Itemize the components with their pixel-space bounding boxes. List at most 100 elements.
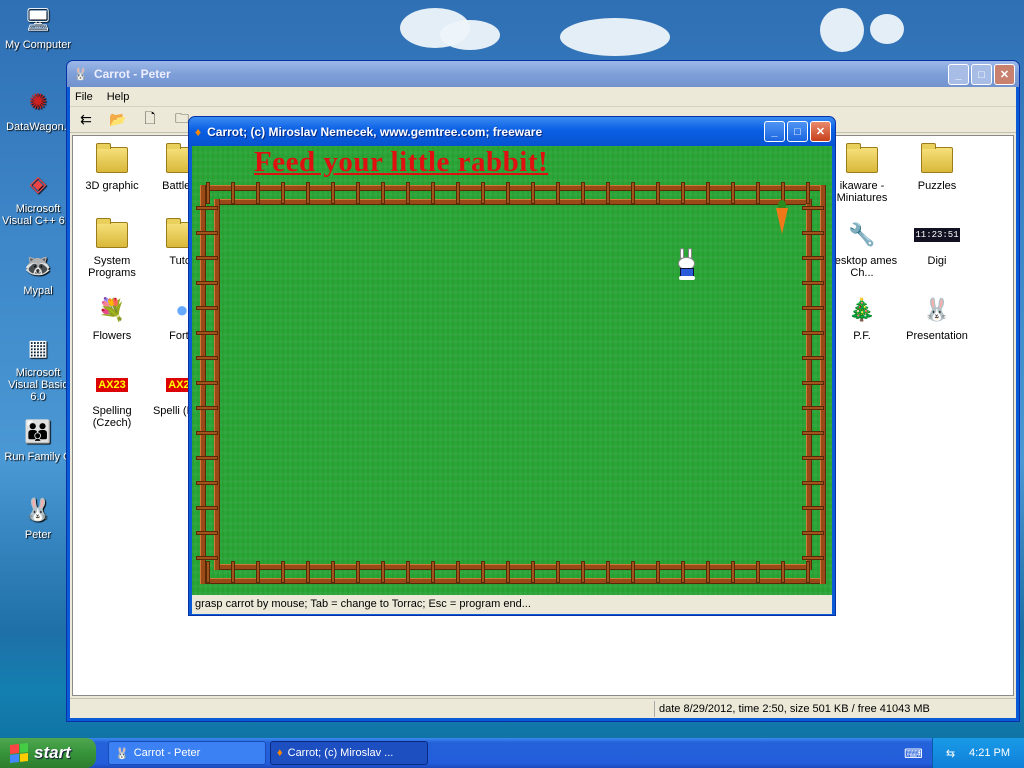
window-title: Carrot; (c) Miroslav Nemecek, www.gemtre… — [207, 124, 543, 139]
carrot-status-bar: grasp carrot by mouse; Tab = change to T… — [192, 595, 832, 614]
fence-post — [581, 561, 585, 583]
new-file-icon[interactable]: 🗋 — [139, 110, 161, 130]
fence-post — [802, 506, 824, 510]
game-field[interactable]: Feed your little rabbit! — [192, 146, 832, 595]
rabbit-icon: 🐰 — [73, 67, 88, 81]
desktop-icon-vb[interactable]: ▦ Microsoft Visual Basic 6.0 — [0, 332, 76, 403]
status-bar: date 8/29/2012, time 2:50, size 501 KB /… — [70, 698, 1016, 718]
fence-post — [456, 561, 460, 583]
desktop-icon-mypal[interactable]: 🦝 Mypal — [0, 250, 76, 297]
window-title: Carrot - Peter — [93, 67, 171, 81]
fence-post — [731, 561, 735, 583]
menu-help[interactable]: Help — [107, 91, 130, 103]
fence-post — [481, 182, 485, 204]
fence-post — [802, 231, 824, 235]
carrot-titlebar[interactable]: ♦ Carrot; (c) Miroslav Nemecek, www.gemt… — [189, 117, 835, 146]
fence-post — [196, 231, 218, 235]
desktop-icon-label: Microsoft Visual C++ 6.0 — [2, 203, 74, 227]
close-button[interactable]: ✕ — [810, 121, 831, 142]
desktop-icon-peter[interactable]: 🐰 Peter — [0, 494, 76, 541]
list-item[interactable]: 🎄 P.F. — [826, 294, 898, 342]
fence-post — [196, 531, 218, 535]
fence-post — [196, 506, 218, 510]
fence-top-inner — [214, 199, 812, 205]
desktop-icon-label: My Computer — [4, 39, 72, 51]
list-item[interactable]: 💐 Flowers — [76, 294, 148, 342]
fence-post — [802, 281, 824, 285]
fence-post — [556, 561, 560, 583]
clock[interactable]: 4:21 PM — [969, 747, 1010, 759]
list-item[interactable]: Puzzles — [901, 143, 973, 192]
fence-post — [681, 182, 685, 204]
open-folder-icon[interactable]: 📂 — [107, 110, 129, 130]
fence-post — [281, 182, 285, 204]
fence-post — [506, 182, 510, 204]
maximize-button[interactable]: □ — [971, 64, 992, 85]
fence-post — [656, 561, 660, 583]
fence-post — [506, 561, 510, 583]
fence-post — [656, 182, 660, 204]
fence-post — [531, 561, 535, 583]
list-item[interactable]: 🔧 Desktop ames Ch... — [826, 219, 898, 279]
fence-post — [802, 256, 824, 260]
fence-post — [431, 182, 435, 204]
rabbit-icon: 🐰 — [115, 747, 129, 760]
minimize-button[interactable]: _ — [764, 121, 785, 142]
fence-post — [531, 182, 535, 204]
fence-post — [281, 561, 285, 583]
fence-post — [802, 481, 824, 485]
tools-icon: 🔧 — [848, 222, 876, 247]
task-button[interactable]: 🐰 Carrot - Peter — [108, 741, 266, 765]
fence-post — [706, 182, 710, 204]
carrot-sprite[interactable] — [775, 200, 789, 234]
folder-icon — [96, 143, 128, 173]
fence-post — [196, 381, 218, 385]
fence-post — [231, 561, 235, 583]
explorer-titlebar[interactable]: 🐰 Carrot - Peter — [67, 61, 1019, 87]
fence-post — [196, 281, 218, 285]
fence-post — [802, 406, 824, 410]
desktop-icon-datawagon[interactable]: ✺ DataWagon.. — [0, 86, 76, 133]
fence-post — [206, 182, 210, 204]
fence-post — [256, 561, 260, 583]
maximize-button[interactable]: □ — [787, 121, 808, 142]
list-item[interactable]: AX23 Spelling (Czech) — [76, 369, 148, 429]
list-item[interactable]: System Programs — [76, 218, 148, 279]
carrot-icon: ♦ — [195, 124, 202, 139]
desktop-icon-family[interactable]: 👪 Run Family G — [0, 416, 76, 463]
network-icon[interactable]: ⇆ — [946, 747, 955, 760]
minimize-button[interactable]: _ — [948, 64, 969, 85]
task-button[interactable]: ♦ Carrot; (c) Miroslav ... — [270, 741, 428, 765]
fence-post — [781, 561, 785, 583]
fence-post — [802, 356, 824, 360]
fence-post — [431, 561, 435, 583]
desktop-icon-label: Run Family G — [4, 451, 72, 463]
fence-post — [381, 561, 385, 583]
fence-post — [196, 356, 218, 360]
desktop-icon-label: Peter — [24, 529, 52, 541]
close-button[interactable]: ✕ — [994, 64, 1015, 85]
fence-post — [806, 182, 810, 204]
game-title: Feed your little rabbit! — [254, 146, 549, 178]
list-item[interactable]: 3D graphic — [76, 143, 148, 192]
back-icon[interactable]: ⇇ — [75, 110, 97, 130]
start-button[interactable]: start — [0, 738, 96, 768]
fence-post — [802, 331, 824, 335]
fence-post — [196, 406, 218, 410]
windows-logo-icon — [10, 743, 28, 763]
list-item[interactable]: ikaware - Miniatures — [826, 143, 898, 204]
menu-file[interactable]: File — [75, 91, 93, 103]
tree-icon: 🎄 — [848, 297, 876, 322]
taskbar: start 🐰 Carrot - Peter ♦ Carrot; (c) Mir… — [0, 738, 1024, 768]
fence-post — [406, 561, 410, 583]
list-item[interactable]: 🐰 Presentation — [901, 294, 973, 342]
desktop-icon-vcpp[interactable]: ◈ Microsoft Visual C++ 6.0 — [0, 168, 76, 227]
datawagon-icon: ✺ — [28, 89, 48, 114]
fence-post — [206, 561, 210, 583]
keyboard-icon[interactable]: ⌨ — [904, 746, 923, 762]
desktop-icon-my-computer[interactable]: 🖥 My Computer — [0, 4, 76, 51]
list-item[interactable]: 11:23:51 Digi — [901, 219, 973, 267]
fence-post — [196, 306, 218, 310]
fence-post — [631, 182, 635, 204]
fence-post — [631, 561, 635, 583]
